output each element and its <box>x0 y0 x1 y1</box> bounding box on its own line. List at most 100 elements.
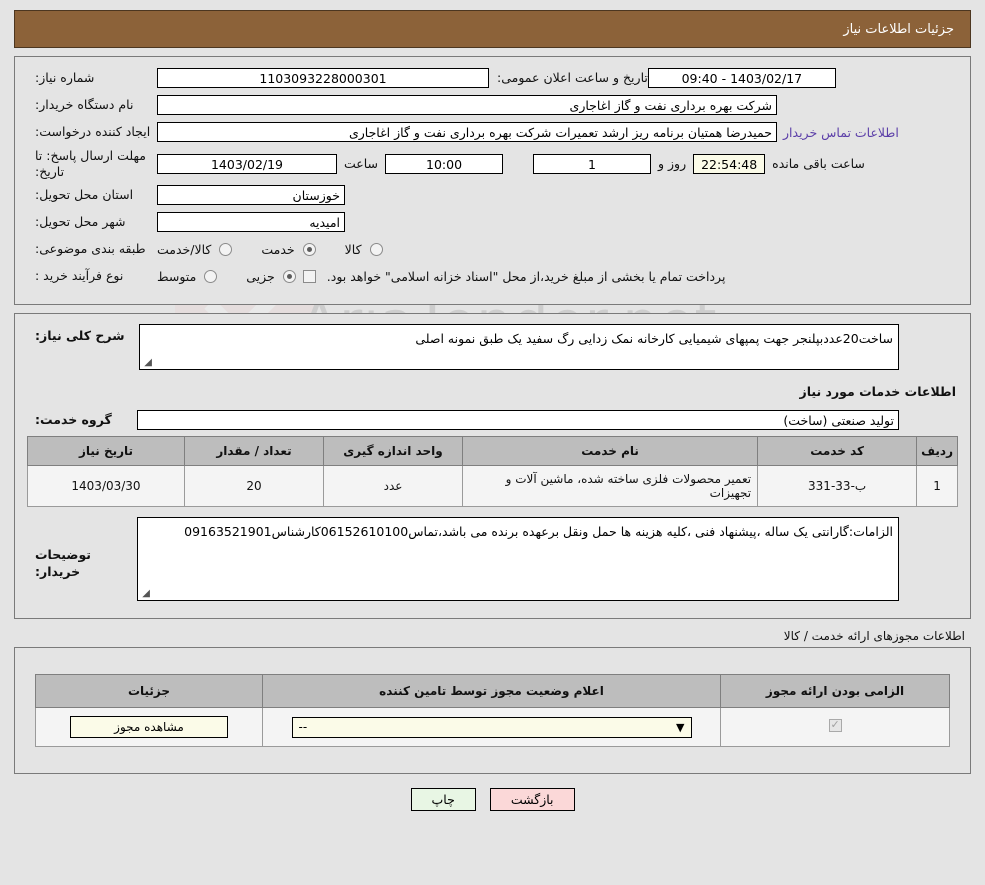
city-label: شهر محل تحویل: <box>35 213 126 229</box>
service-group-label: گروه خدمت: <box>35 411 112 427</box>
treasury-checkbox[interactable] <box>302 269 316 283</box>
page-root: جزئیات اطلاعات نیاز 1403/02/17 - 09:40 ت… <box>0 10 985 812</box>
remaining-label: ساعت باقی مانده <box>772 156 865 172</box>
resize-grip-icon[interactable]: ◢ <box>142 358 152 368</box>
chevron-down-icon: ▼ <box>676 720 685 734</box>
row-description: ساخت20عددبپلنجر جهت پمپهای شیمیایی کارخا… <box>27 324 958 371</box>
row-province: خوزستان استان محل تحویل: <box>27 184 958 206</box>
process-label-motavasset: متوسط <box>157 268 197 284</box>
buyer-contact-link[interactable]: اطلاعات تماس خریدار <box>777 125 905 140</box>
cell-code: ب-33-331 <box>757 465 918 508</box>
print-button[interactable]: چاپ <box>410 788 476 812</box>
process-label: نوع فرآیند خرید : <box>35 267 124 283</box>
hour-label: ساعت <box>344 156 379 172</box>
cell-permit-required <box>720 707 950 748</box>
buyer-org-label: نام دستگاه خریدار: <box>35 96 134 112</box>
need-number-field[interactable]: 1103093228000301 <box>157 68 489 88</box>
radio-icon-motavasset[interactable] <box>204 269 218 283</box>
col-qty: تعداد / مقدار <box>184 436 324 467</box>
permit-status-selected-value: -- <box>298 719 308 734</box>
permits-panel: الزامی بودن ارائه مجوز اعلام وضعیت مجوز … <box>14 647 971 775</box>
city-field[interactable]: امیدیه <box>157 212 345 233</box>
category-label: طبقه بندی موضوعی: <box>35 240 146 256</box>
services-table-header-row: ردیف کد خدمت نام خدمت واحد اندازه گیری ت… <box>27 436 958 467</box>
treasury-text: پرداخت تمام یا بخشی از مبلغ خرید،از محل … <box>326 268 726 284</box>
need-number-label: شماره نیاز: <box>35 69 95 85</box>
category-label-khedmat: خدمت <box>261 241 295 257</box>
table-row: 1 ب-33-331 تعمیر محصولات فلزی ساخته شده،… <box>27 465 958 508</box>
service-group-field[interactable]: تولید صنعتی (ساخت) <box>137 410 899 431</box>
window-titlebar: جزئیات اطلاعات نیاز <box>14 10 971 48</box>
permits-table-header-row: الزامی بودن ارائه مجوز اعلام وضعیت مجوز … <box>35 674 950 709</box>
col-permit-status: اعلام وضعیت مجوز توسط تامین کننده <box>262 674 721 709</box>
cell-date: 1403/03/30 <box>27 465 185 508</box>
creator-label: ایجاد کننده درخواست: <box>35 123 151 139</box>
row-city: امیدیه شهر محل تحویل: <box>27 211 958 233</box>
deadline-time-field[interactable]: 10:00 <box>385 153 504 174</box>
description-panel: ساخت20عددبپلنجر جهت پمپهای شیمیایی کارخا… <box>14 313 971 620</box>
creator-field[interactable]: حمیدرضا همتیان برنامه ریز ارشد تعمیرات ش… <box>157 122 777 142</box>
row-category: کالا خدمت کالا/خدمت طبقه بندی موضوعی: <box>27 238 958 260</box>
general-description-text: ساخت20عددبپلنجر جهت پمپهای شیمیایی کارخا… <box>415 331 893 347</box>
row-buyer-org: شرکت بهره برداری نفت و گاز اغاجاری نام د… <box>27 94 958 116</box>
cell-permit-status: ▼ -- <box>262 707 721 748</box>
col-code: کد خدمت <box>757 436 918 467</box>
table-row: ▼ -- مشاهده مجوز <box>35 707 950 748</box>
cell-name: تعمیر محصولات فلزی ساخته شده، ماشین آلات… <box>461 465 759 508</box>
deadline-days-field[interactable]: 1 <box>533 153 652 174</box>
buyer-notes-label: توضیحات خریدار: <box>35 547 91 580</box>
row-service-group: تولید صنعتی (ساخت) گروه خدمت: <box>27 409 958 431</box>
permit-required-checkbox-icon <box>828 718 842 733</box>
resize-grip-icon-notes[interactable]: ◢ <box>140 589 150 599</box>
row-process: پرداخت تمام یا بخشی از مبلغ خرید،از محل … <box>27 265 958 287</box>
announce-datetime-field[interactable]: 1403/02/17 - 09:40 <box>647 68 836 88</box>
buyer-org-field[interactable]: شرکت بهره برداری نفت و گاز اغاجاری <box>157 95 777 115</box>
process-option-jozi[interactable]: جزیی <box>246 269 299 284</box>
back-button[interactable]: بازگشت <box>489 788 575 812</box>
row-buyer-notes: الزامات:گارانتی یک ساله ،پیشنهاد فنی ،کل… <box>27 517 958 602</box>
permits-caption: اطلاعات مجوزهای ارائه خدمت / کالا <box>783 629 965 644</box>
row-need-number: 1403/02/17 - 09:40 تاریخ و ساعت اعلان عم… <box>27 67 958 89</box>
announce-datetime-label: تاریخ و ساعت اعلان عمومی: <box>497 69 648 85</box>
col-permit-details: جزئیات <box>35 674 263 709</box>
footer-actions: بازگشت چاپ <box>0 788 985 812</box>
permits-table: الزامی بودن ارائه مجوز اعلام وضعیت مجوز … <box>35 674 950 748</box>
col-permit-required: الزامی بودن ارائه مجوز <box>720 674 950 709</box>
row-creator: اطلاعات تماس خریدار حمیدرضا همتیان برنام… <box>27 121 958 143</box>
col-date: تاریخ نیاز <box>27 436 185 467</box>
general-description-label: شرح کلی نیاز: <box>35 328 125 344</box>
buyer-notes-textarea[interactable]: الزامات:گارانتی یک ساله ،پیشنهاد فنی ،کل… <box>137 517 899 602</box>
radio-icon-khedmat[interactable] <box>302 242 316 256</box>
cell-qty: 20 <box>184 465 324 508</box>
row-deadline: ساعت باقی مانده 22:54:48 روز و 1 10:00 س… <box>27 148 958 179</box>
cell-row: 1 <box>916 465 958 508</box>
col-name: نام خدمت <box>461 436 759 467</box>
general-description-textarea[interactable]: ساخت20عددبپلنجر جهت پمپهای شیمیایی کارخا… <box>139 324 899 371</box>
days-label: روز و <box>658 156 687 172</box>
radio-icon-jozi[interactable] <box>282 269 296 283</box>
radio-icon-kala-khedmat[interactable] <box>219 242 233 256</box>
page-title: جزئیات اطلاعات نیاز <box>843 21 954 37</box>
view-permit-button[interactable]: مشاهده مجوز <box>70 716 228 739</box>
buyer-notes-text: الزامات:گارانتی یک ساله ،پیشنهاد فنی ،کل… <box>184 524 893 540</box>
category-option-kala-khedmat[interactable]: کالا/خدمت <box>157 242 235 257</box>
category-option-khedmat[interactable]: خدمت <box>261 242 318 257</box>
col-row: ردیف <box>916 436 958 467</box>
col-unit: واحد اندازه گیری <box>323 436 463 467</box>
category-option-kala[interactable]: کالا <box>345 242 386 257</box>
process-option-motavasset[interactable]: متوسط <box>157 269 220 284</box>
deadline-date-field[interactable]: 1403/02/19 <box>157 153 337 174</box>
category-label-kala: کالا <box>344 241 362 257</box>
province-label: استان محل تحویل: <box>35 186 134 202</box>
province-field[interactable]: خوزستان <box>157 185 345 206</box>
cell-permit-details: مشاهده مجوز <box>35 707 263 748</box>
process-label-jozi: جزیی <box>246 268 275 284</box>
need-details-panel: 1403/02/17 - 09:40 تاریخ و ساعت اعلان عم… <box>14 56 971 306</box>
deadline-label: مهلت ارسال پاسخ: تا تاریخ: <box>35 148 146 179</box>
radio-icon-kala[interactable] <box>369 242 383 256</box>
remaining-time-field: 22:54:48 <box>693 153 766 174</box>
permit-status-select[interactable]: ▼ -- <box>291 716 692 738</box>
category-label-kala-khedmat: کالا/خدمت <box>157 241 212 257</box>
cell-unit: عدد <box>323 465 463 508</box>
services-table: ردیف کد خدمت نام خدمت واحد اندازه گیری ت… <box>27 436 958 508</box>
